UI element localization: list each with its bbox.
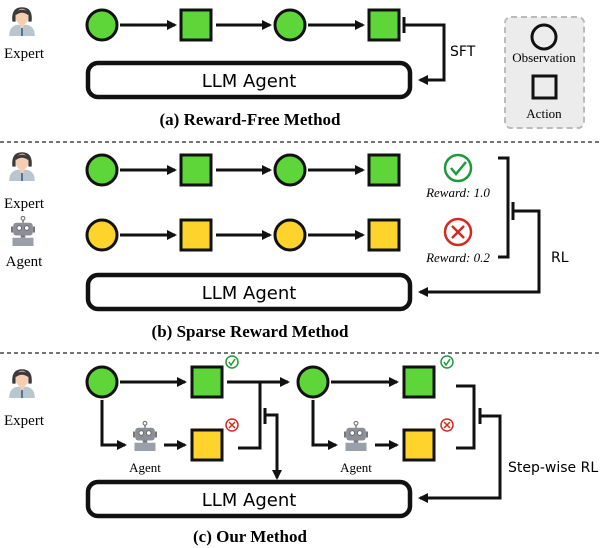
cross-icon xyxy=(443,217,473,247)
agent-action-node xyxy=(190,428,224,462)
legend-observation-label: Observation xyxy=(512,50,576,65)
branch-arrow xyxy=(311,400,338,450)
observation-node xyxy=(85,218,119,252)
sft-label: SFT xyxy=(450,44,476,60)
step-bracket xyxy=(456,384,476,450)
expert-reward: Reward: 1.0 xyxy=(425,185,490,200)
action-node xyxy=(179,8,213,42)
action-node xyxy=(179,153,213,187)
llm-agent-label: LLM Agent xyxy=(202,490,297,511)
check-icon xyxy=(440,355,454,369)
caption-c: (c) Our Method xyxy=(193,527,307,546)
agent-label: Agent xyxy=(340,460,372,475)
action-node xyxy=(367,218,401,252)
step-feedback-arrow xyxy=(265,413,282,480)
expert-avatar-icon xyxy=(9,7,35,36)
check-icon xyxy=(225,355,239,369)
legend: Observation Action xyxy=(504,16,585,129)
reward-bracket xyxy=(498,156,510,259)
observation-node xyxy=(85,153,119,187)
method-comparison-diagram: Expert SFT LLM Agent (a) Reward-Free Met… xyxy=(0,7,600,546)
step-wise-rl-label: Step-wise RL xyxy=(508,460,598,476)
expert-label: Expert xyxy=(4,196,45,212)
observation-node xyxy=(85,8,119,42)
observation-node xyxy=(296,365,330,399)
panel-c: Expert Agent Agent Step-wise RL LLM Agen… xyxy=(4,355,598,546)
cross-icon xyxy=(440,418,454,432)
observation-node xyxy=(273,218,307,252)
observation-node xyxy=(273,8,307,42)
expert-action-node xyxy=(190,365,224,399)
legend-action-label: Action xyxy=(526,106,562,121)
agent-reward: Reward: 0.2 xyxy=(425,250,490,265)
llm-agent-label: LLM Agent xyxy=(202,283,297,304)
llm-agent-label: LLM Agent xyxy=(202,71,297,92)
cross-icon xyxy=(225,418,239,432)
expert-avatar-icon xyxy=(9,369,35,398)
expert-label: Expert xyxy=(4,46,45,62)
panel-a: Expert SFT LLM Agent (a) Reward-Free Met… xyxy=(4,7,585,129)
action-node xyxy=(367,153,401,187)
observation-node xyxy=(273,153,307,187)
observation-node xyxy=(85,365,119,399)
branch-arrow xyxy=(100,400,127,450)
expert-label: Expert xyxy=(4,413,45,429)
agent-action-node xyxy=(402,428,436,462)
agent-label: Agent xyxy=(129,460,161,475)
agent-robot-icon xyxy=(10,216,36,246)
agent-label: Agent xyxy=(6,254,43,270)
expert-avatar-icon xyxy=(9,152,35,181)
panel-b: Expert Agent Reward: 1.0 Reward: 0.2 RL … xyxy=(4,152,569,341)
action-node xyxy=(367,8,401,42)
caption-b: (b) Sparse Reward Method xyxy=(152,322,349,341)
agent-robot-icon xyxy=(343,420,369,452)
check-icon xyxy=(443,153,473,183)
action-node xyxy=(179,218,213,252)
expert-action-node xyxy=(402,365,436,399)
caption-a: (a) Reward-Free Method xyxy=(160,110,342,129)
step-bracket xyxy=(238,382,262,450)
rl-label: RL xyxy=(551,250,569,266)
agent-robot-icon xyxy=(132,420,158,452)
